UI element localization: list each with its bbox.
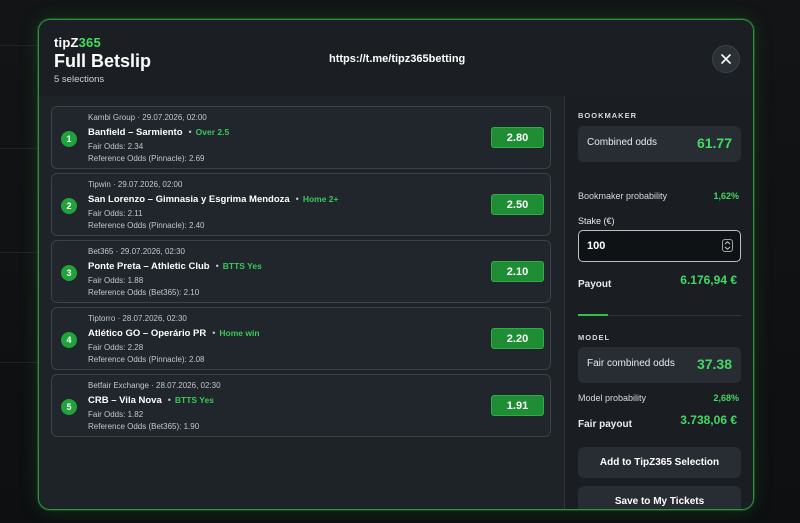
bet-pick: Over 2.5: [195, 127, 230, 137]
bet-pick: BTTS Yes: [174, 395, 214, 405]
fair-combined-odds-box: Fair combined odds 37.38: [578, 347, 741, 383]
bet-fair-odds: Fair Odds: 2.34: [88, 142, 144, 151]
background-divider: [0, 252, 40, 253]
payout-value: 6.176,94 €: [680, 273, 737, 287]
fair-payout-label: Fair payout: [578, 419, 632, 430]
bet-match: Ponte Preta – Athletic Club: [88, 261, 210, 272]
modal-header: tipZ365 Full Betslip 5 selections https:…: [39, 20, 753, 96]
bet-reference-odds: Reference Odds (Pinnacle): 2.08: [88, 355, 205, 364]
combined-odds-label: Combined odds: [587, 137, 658, 148]
model-probability-label: Model probability: [578, 393, 647, 403]
bet-match: CRB – Vila Nova: [88, 395, 162, 406]
bet-bookmaker-time: Tiptorro · 28.07.2026, 02:30: [88, 314, 187, 323]
bookmaker-probability-label: Bookmaker probability: [578, 191, 668, 201]
bet-card: 4 Tiptorro · 28.07.2026, 02:30 Atlético …: [51, 307, 551, 370]
separator-dot: •: [212, 328, 216, 338]
stake-label: Stake (€): [578, 216, 615, 226]
selection-count: 5 selections: [54, 74, 105, 85]
bet-pick: BTTS Yes: [222, 261, 262, 271]
background-divider: [0, 148, 40, 149]
odds-button[interactable]: 1.91: [491, 395, 544, 416]
bet-reference-odds: Reference Odds (Pinnacle): 2.69: [88, 154, 205, 163]
odds-button[interactable]: 2.10: [491, 261, 544, 282]
betslip-modal: tipZ365 Full Betslip 5 selections https:…: [38, 19, 754, 510]
separator-dot: •: [295, 194, 299, 204]
bet-bookmaker-time: Tipwin · 29.07.2026, 02:00: [88, 180, 183, 189]
bet-number-badge: 3: [61, 265, 77, 281]
stepper-icon[interactable]: [722, 239, 733, 252]
odds-button[interactable]: 2.50: [491, 194, 544, 215]
bet-fair-odds: Fair Odds: 2.28: [88, 343, 144, 352]
separator-dot: •: [215, 261, 219, 271]
bet-bookmaker-time: Betfair Exchange · 28.07.2026, 02:30: [88, 381, 221, 390]
add-to-selection-button[interactable]: Add to TipZ365 Selection: [578, 447, 741, 478]
close-button[interactable]: [712, 45, 740, 73]
bookmaker-section-label: BOOKMAKER: [578, 111, 637, 120]
bet-match: Atlético GO – Operário PR: [88, 328, 207, 339]
section-divider-accent: [578, 314, 608, 316]
model-probability-row: Model probability 2,68%: [578, 393, 741, 403]
model-section-label: MODEL: [578, 333, 611, 342]
bet-pick: Home win: [219, 328, 260, 338]
bet-number-badge: 5: [61, 399, 77, 415]
bet-fair-odds: Fair Odds: 2.11: [88, 209, 143, 218]
close-icon: [721, 54, 731, 64]
bet-match: Banfield – Sarmiento: [88, 127, 183, 138]
telegram-link[interactable]: https://t.me/tipz365betting: [329, 53, 465, 65]
bet-reference-odds: Reference Odds (Bet365): 1.90: [88, 422, 200, 431]
bet-number-badge: 1: [61, 131, 77, 147]
payout-row: Payout 6.176,94 €: [578, 273, 741, 292]
brand-logo: tipZ365: [54, 35, 101, 50]
combined-odds-box: Combined odds 61.77: [578, 126, 741, 162]
payout-label: Payout: [578, 279, 612, 290]
model-probability-value: 2,68%: [713, 393, 739, 403]
selections-list: 1 Kambi Group · 29.07.2026, 02:00 Banfie…: [39, 96, 564, 509]
combined-odds-value: 61.77: [696, 135, 732, 151]
odds-button[interactable]: 2.80: [491, 127, 544, 148]
separator-dot: •: [188, 127, 192, 137]
odds-button[interactable]: 2.20: [491, 328, 544, 349]
bet-number-badge: 4: [61, 332, 77, 348]
bet-reference-odds: Reference Odds (Bet365): 2.10: [88, 288, 200, 297]
bet-card: 3 Bet365 · 29.07.2026, 02:30 Ponte Preta…: [51, 240, 551, 303]
bet-reference-odds: Reference Odds (Pinnacle): 2.40: [88, 221, 205, 230]
bet-card: 1 Kambi Group · 29.07.2026, 02:00 Banfie…: [51, 106, 551, 169]
stake-input[interactable]: [578, 230, 741, 262]
separator-dot: •: [167, 395, 171, 405]
modal-title: Full Betslip: [54, 51, 152, 71]
fair-payout-value: 3.738,06 €: [680, 413, 737, 427]
fair-combined-odds-value: 37.38: [696, 356, 732, 372]
bookmaker-probability-row: Bookmaker probability 1,62%: [578, 191, 741, 201]
summary-panel: BOOKMAKER Combined odds 61.77 Bookmaker …: [565, 96, 753, 509]
bet-pick: Home 2+: [302, 194, 339, 204]
bet-bookmaker-time: Bet365 · 29.07.2026, 02:30: [88, 247, 185, 256]
save-to-tickets-button[interactable]: Save to My Tickets: [578, 486, 741, 509]
bet-fair-odds: Fair Odds: 1.82: [88, 410, 144, 419]
bookmaker-probability-value: 1,62%: [713, 191, 739, 201]
bet-fair-odds: Fair Odds: 1.88: [88, 276, 144, 285]
bet-card: 2 Tipwin · 29.07.2026, 02:00 San Lorenzo…: [51, 173, 551, 236]
bet-card: 5 Betfair Exchange · 28.07.2026, 02:30 C…: [51, 374, 551, 437]
bet-match: San Lorenzo – Gimnasia y Esgrima Mendoza: [88, 194, 290, 205]
fair-payout-row: Fair payout 3.738,06 €: [578, 413, 741, 432]
bet-bookmaker-time: Kambi Group · 29.07.2026, 02:00: [88, 113, 207, 122]
bet-number-badge: 2: [61, 198, 77, 214]
background-divider: [0, 45, 40, 46]
background-divider: [0, 362, 40, 363]
fair-combined-odds-label: Fair combined odds: [587, 358, 675, 369]
